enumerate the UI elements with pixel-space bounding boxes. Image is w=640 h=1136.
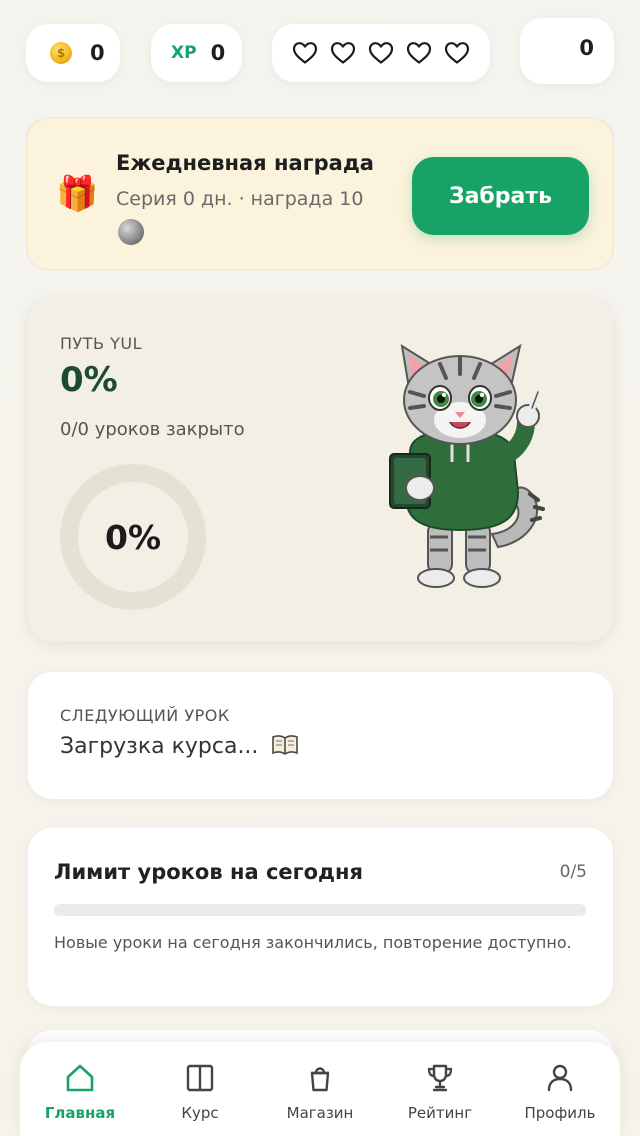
xp-value: 0 bbox=[210, 41, 226, 65]
heart-icon bbox=[368, 42, 394, 64]
moon-coin-icon bbox=[118, 219, 144, 245]
path-lessons-closed: 0/0 уроков закрыто bbox=[60, 419, 245, 440]
progress-ring-value: 0% bbox=[104, 517, 162, 557]
xp-label: XP bbox=[171, 43, 197, 63]
heart-icon bbox=[330, 42, 356, 64]
streak-value: 0 bbox=[579, 36, 594, 60]
path-progress-card[interactable]: ПУТЬ YUL 0% 0/0 уроков закрыто 0% bbox=[28, 298, 613, 642]
claim-reward-button[interactable]: Забрать bbox=[412, 157, 589, 235]
lesson-limit-card: Лимит уроков на сегодня 0/5 Новые уроки … bbox=[28, 828, 613, 1006]
daily-reward-card: 🎁 Ежедневная награда Серия 0 дн. · награ… bbox=[26, 117, 614, 271]
progress-ring: 0% bbox=[60, 464, 206, 610]
nav-profile[interactable]: Профиль bbox=[505, 1062, 615, 1122]
next-lesson-label: СЛЕДУЮЩИЙ УРОК bbox=[60, 706, 230, 725]
coins-value: 0 bbox=[90, 41, 105, 65]
xp-counter[interactable]: XP 0 bbox=[151, 24, 242, 82]
next-lesson-status: Загрузка курса... bbox=[60, 734, 259, 759]
daily-reward-title: Ежедневная награда bbox=[116, 151, 374, 175]
nav-rating[interactable]: Рейтинг bbox=[385, 1062, 495, 1122]
shopping-bag-icon bbox=[310, 1067, 330, 1092]
bottom-navigation: Главная Курс Магазин Рейтинг Профиль bbox=[20, 1042, 620, 1136]
next-lesson-text: Загрузка курса... bbox=[60, 734, 299, 759]
user-icon bbox=[547, 1064, 573, 1092]
lesson-limit-title: Лимит уроков на сегодня bbox=[54, 860, 363, 884]
streak-counter[interactable]: 0 bbox=[520, 18, 614, 84]
heart-icon bbox=[444, 42, 470, 64]
open-book-icon bbox=[272, 735, 299, 755]
heart-icon bbox=[292, 42, 318, 64]
nav-course-label: Курс bbox=[181, 1104, 219, 1122]
cat-mascot-illustration bbox=[389, 343, 545, 588]
path-percent: 0% bbox=[60, 360, 118, 400]
nav-home-label: Главная bbox=[44, 1104, 116, 1122]
nav-shop[interactable]: Магазин bbox=[265, 1062, 375, 1122]
daily-reward-subtitle: Серия 0 дн. · награда 10 bbox=[116, 188, 364, 210]
heart-icon bbox=[406, 42, 432, 64]
nav-home[interactable]: Главная bbox=[25, 1062, 135, 1122]
nav-course[interactable]: Курс bbox=[145, 1062, 255, 1122]
book-icon bbox=[186, 1064, 214, 1092]
lesson-limit-note: Новые уроки на сегодня закончились, повт… bbox=[54, 933, 572, 952]
coins-counter[interactable]: $ 0 bbox=[26, 24, 120, 82]
nav-profile-label: Профиль bbox=[524, 1104, 596, 1122]
nav-shop-label: Магазин bbox=[286, 1104, 354, 1122]
coin-icon: $ bbox=[50, 42, 72, 64]
path-label: ПУТЬ YUL bbox=[60, 334, 143, 353]
lesson-limit-count: 0/5 bbox=[559, 862, 587, 882]
hearts-counter[interactable] bbox=[272, 24, 490, 82]
gift-icon: 🎁 bbox=[56, 174, 99, 214]
trophy-icon bbox=[427, 1064, 453, 1092]
next-lesson-card[interactable]: СЛЕДУЮЩИЙ УРОК Загрузка курса... bbox=[28, 672, 613, 799]
home-icon bbox=[66, 1064, 94, 1092]
nav-rating-label: Рейтинг bbox=[407, 1104, 473, 1122]
lesson-limit-progress-bar bbox=[54, 904, 586, 916]
